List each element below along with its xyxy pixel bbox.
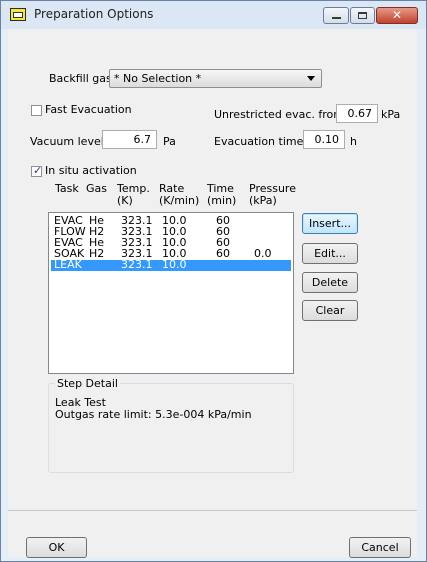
- column-header-rate-unit: (K/min): [159, 194, 200, 207]
- list-item-selected[interactable]: LEAK 323.1 10.0: [51, 258, 291, 271]
- fast-evacuation-checkbox[interactable]: [31, 105, 42, 116]
- rate-cell: 10.0: [162, 258, 187, 271]
- vacuum-level-label: Vacuum level:: [30, 135, 108, 148]
- column-header-task: Task: [55, 182, 79, 195]
- close-button[interactable]: ✕: [376, 7, 418, 24]
- temp-cell: 323.1: [121, 258, 153, 271]
- evacuation-time-unit: h: [350, 135, 357, 148]
- window-title: Preparation Options: [34, 7, 154, 21]
- evacuation-time-label: Evacuation time:: [214, 135, 308, 148]
- column-header-time-unit: (min): [207, 194, 237, 207]
- backfill-gas-value: * No Selection *: [114, 72, 202, 85]
- close-icon: ✕: [391, 8, 403, 22]
- in-situ-activation-label: In situ activation: [45, 164, 137, 177]
- task-cell: LEAK: [54, 258, 82, 271]
- evacuation-time-input[interactable]: 0.10: [303, 130, 345, 149]
- dropdown-arrow-icon: [307, 76, 315, 81]
- in-situ-activation-checkbox[interactable]: ✓: [31, 164, 43, 177]
- clear-button[interactable]: Clear: [302, 300, 358, 321]
- unrestricted-evac-input[interactable]: 0.67: [336, 104, 378, 123]
- minimize-icon: [332, 17, 341, 19]
- vacuum-level-unit: Pa: [163, 135, 176, 148]
- column-header-pressure-unit: (kPa): [249, 194, 277, 207]
- unrestricted-evac-label: Unrestricted evac. from:: [214, 108, 348, 121]
- column-header-temp-unit: (K): [117, 194, 133, 207]
- maximize-icon: [358, 12, 367, 19]
- checkmark-icon: ✓: [33, 164, 43, 177]
- insert-button[interactable]: Insert...: [302, 213, 358, 234]
- minimize-button[interactable]: [323, 7, 349, 24]
- unrestricted-evac-unit: kPa: [381, 108, 401, 121]
- app-icon: [10, 8, 26, 21]
- edit-button[interactable]: Edit...: [302, 243, 358, 264]
- backfill-gas-label: Backfill gas:: [49, 72, 116, 85]
- pressure-cell: 0.0: [254, 247, 272, 260]
- column-header-gas: Gas: [86, 182, 107, 195]
- time-cell: 60: [216, 247, 230, 260]
- title-bar[interactable]: Preparation Options ✕: [1, 1, 426, 29]
- ok-button[interactable]: OK: [26, 537, 87, 558]
- step-detail-outgas: Outgas rate limit: 5.3e-004 kPa/min: [55, 408, 252, 421]
- cancel-button[interactable]: Cancel: [349, 537, 411, 558]
- fast-evacuation-label: Fast Evacuation: [45, 103, 132, 116]
- vacuum-level-input[interactable]: 6.7: [102, 130, 157, 149]
- backfill-gas-dropdown[interactable]: * No Selection *: [109, 69, 322, 88]
- step-detail-title: Step Detail: [55, 377, 120, 390]
- gas-cell: H2: [89, 247, 105, 260]
- maximize-button[interactable]: [350, 7, 375, 24]
- task-list[interactable]: EVAC He 323.1 10.0 60 FLOW H2 323.1 10.0…: [48, 212, 294, 374]
- delete-button[interactable]: Delete: [302, 272, 358, 293]
